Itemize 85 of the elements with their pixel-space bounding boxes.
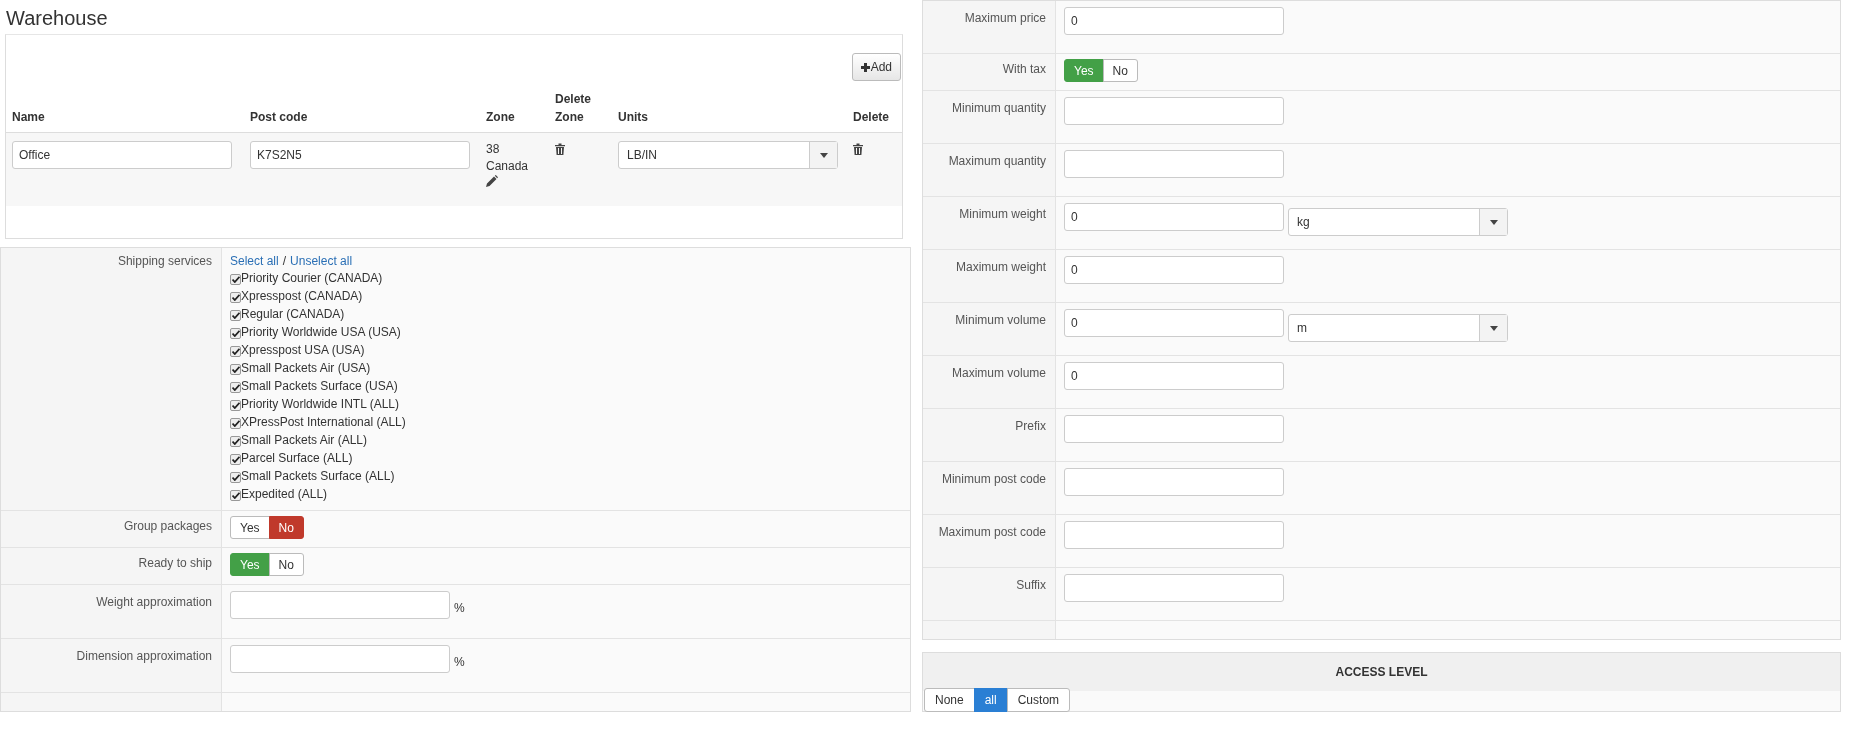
service-label: Priority Courier (CANADA) [241, 270, 383, 287]
checkbox[interactable] [230, 310, 241, 321]
checkbox[interactable] [230, 364, 241, 375]
input-field[interactable] [1064, 574, 1284, 602]
post-code-input[interactable]: K7S2N5 [250, 141, 470, 169]
field-label: Maximum post code [923, 515, 1056, 567]
field-label: Minimum post code [923, 462, 1056, 514]
toggle-option[interactable]: No [268, 553, 304, 576]
service-label: Small Packets Air (USA) [241, 360, 371, 377]
service-label: Expedited (ALL) [241, 486, 328, 503]
plus-icon [860, 62, 870, 72]
unit-select[interactable]: kg [1288, 208, 1508, 236]
input-field[interactable]: 0 [1064, 256, 1284, 284]
pencil-icon[interactable] [486, 175, 498, 187]
unit-select[interactable]: m [1288, 314, 1508, 342]
section-title: Warehouse [5, 6, 109, 31]
input-field[interactable]: 0 [1064, 7, 1284, 35]
service-label: Priority Worldwide INTL (ALL) [241, 396, 400, 413]
unit-text: % [454, 601, 465, 615]
field-label: Maximum volume [923, 356, 1056, 408]
field-label: Minimum volume [923, 303, 1056, 355]
toggle-option[interactable]: No [1102, 59, 1138, 82]
field-label: Shipping services [1, 248, 222, 510]
unselect-all-link[interactable]: Unselect all [290, 254, 353, 269]
zone-name: Canada [486, 158, 530, 175]
checkbox[interactable] [230, 382, 241, 393]
access-option[interactable]: all [973, 688, 1008, 712]
checkbox[interactable] [230, 490, 241, 501]
input-field[interactable] [1064, 150, 1284, 178]
input-field[interactable]: 0 [1064, 362, 1284, 390]
input-field[interactable]: 0 [1064, 309, 1284, 337]
unit-text: % [454, 655, 465, 669]
checkbox[interactable] [230, 418, 241, 429]
service-label: Small Packets Surface (ALL) [241, 468, 395, 485]
checkbox[interactable] [230, 292, 241, 303]
field-label: Ready to ship [1, 548, 222, 584]
service-label: Parcel Surface (ALL) [241, 450, 353, 467]
zone-number: 38 [486, 141, 501, 158]
access-option[interactable]: None [924, 688, 975, 712]
service-label: XPressPost International (ALL) [241, 414, 406, 431]
field-label: Minimum weight [923, 197, 1056, 249]
section-header: ACCESS LEVEL [923, 653, 1840, 691]
field-label: Minimum quantity [923, 91, 1056, 143]
field-label: With tax [923, 54, 1056, 90]
units-select[interactable]: LB/IN [618, 141, 838, 169]
select-all-link[interactable]: Select all [230, 254, 279, 269]
field-label: Weight approximation [1, 585, 222, 638]
service-label: Xpresspost USA (USA) [241, 342, 365, 359]
name-input[interactable]: Office [12, 141, 232, 169]
add-button[interactable]: Add [851, 53, 901, 81]
field-label: Maximum price [923, 1, 1056, 53]
field-label: Dimension approximation [1, 639, 222, 692]
checkbox[interactable] [230, 472, 241, 483]
input-field[interactable]: 0 [1064, 203, 1284, 231]
caret-icon [1489, 325, 1498, 331]
service-label: Priority Worldwide USA (USA) [241, 324, 401, 341]
service-label: Regular (CANADA) [241, 306, 345, 323]
checkbox[interactable] [230, 274, 241, 285]
input-field[interactable] [230, 645, 450, 673]
caret-icon [819, 152, 828, 158]
access-option[interactable]: Custom [1006, 688, 1071, 712]
trash-icon[interactable] [853, 143, 863, 155]
checkbox[interactable] [230, 454, 241, 465]
checkbox[interactable] [230, 346, 241, 357]
separator-text: / [282, 254, 287, 269]
input-field[interactable] [230, 591, 450, 619]
input-field[interactable] [1064, 415, 1284, 443]
checkbox[interactable] [230, 436, 241, 447]
caret-icon [1489, 219, 1498, 225]
trash-icon[interactable] [555, 143, 565, 155]
field-label: Maximum quantity [923, 144, 1056, 196]
checkbox[interactable] [230, 400, 241, 411]
service-label: Xpresspost (CANADA) [241, 288, 363, 305]
service-label: Small Packets Surface (USA) [241, 378, 398, 395]
toggle-option[interactable]: No [268, 516, 304, 539]
input-field[interactable] [1064, 521, 1284, 549]
input-field[interactable] [1064, 468, 1284, 496]
field-label: Group packages [1, 511, 222, 547]
field-label: Prefix [923, 409, 1056, 461]
input-field[interactable] [1064, 97, 1284, 125]
service-label: Small Packets Air (ALL) [241, 432, 368, 449]
checkbox[interactable] [230, 328, 241, 339]
toggle-option[interactable]: Yes [230, 516, 270, 539]
field-label: Maximum weight [923, 250, 1056, 302]
field-label: Suffix [923, 568, 1056, 620]
